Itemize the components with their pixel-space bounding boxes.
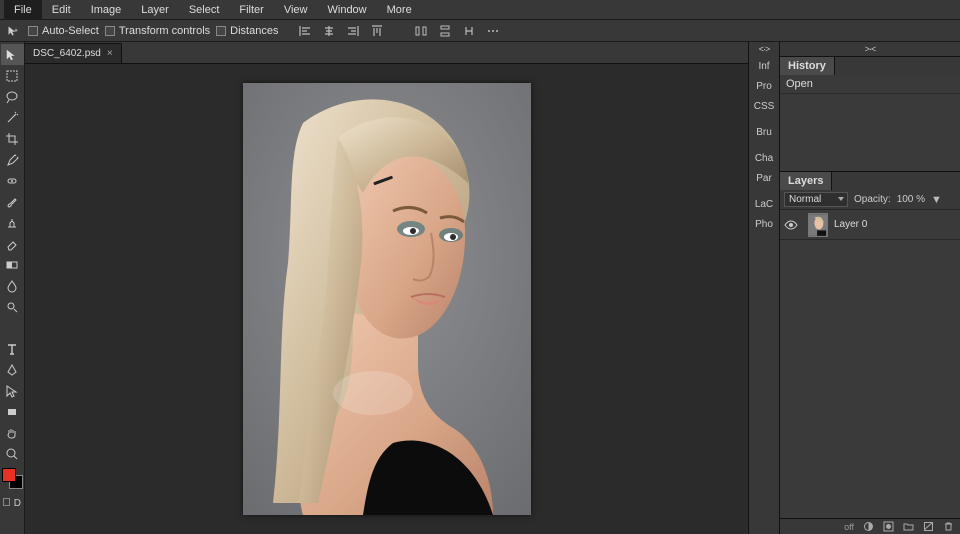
tool-eraser[interactable]: [1, 233, 24, 254]
delete-layer-icon[interactable]: [942, 521, 954, 533]
menu-file[interactable]: File: [4, 0, 42, 20]
menu-layer[interactable]: Layer: [131, 0, 179, 20]
layers-tab[interactable]: Layers: [780, 172, 832, 190]
tool-heal[interactable]: [1, 170, 24, 191]
panel-tab-properties[interactable]: Pro: [749, 76, 779, 96]
new-folder-icon[interactable]: [902, 521, 914, 533]
collapse-panels-icon[interactable]: >·<: [780, 42, 960, 56]
align-top-icon[interactable]: [368, 22, 386, 40]
menu-window[interactable]: Window: [318, 0, 377, 20]
menu-view[interactable]: View: [274, 0, 318, 20]
layers-panel: Layers Normal Opacity: 100 % ▼ Layer 0: [780, 171, 960, 518]
tool-pen[interactable]: [1, 359, 24, 380]
tool-type[interactable]: [1, 338, 24, 359]
opacity-label: Opacity:: [854, 194, 891, 205]
tool-marquee[interactable]: [1, 65, 24, 86]
tool-brush[interactable]: [1, 191, 24, 212]
menu-more[interactable]: More: [377, 0, 422, 20]
adjustment-layer-icon[interactable]: [862, 521, 874, 533]
history-tab[interactable]: History: [780, 57, 835, 75]
panel-tab-brush[interactable]: Bru: [749, 122, 779, 142]
align-right-icon[interactable]: [344, 22, 362, 40]
opacity-value[interactable]: 100 %: [897, 194, 925, 205]
history-panel: History Open: [780, 56, 960, 171]
tool-rect-select[interactable]: [1, 443, 24, 464]
panel-tab-layercomps[interactable]: LaC: [749, 194, 779, 214]
distribute-h-icon[interactable]: [412, 22, 430, 40]
new-layer-icon[interactable]: [922, 521, 934, 533]
menu-edit[interactable]: Edit: [42, 0, 81, 20]
tool-gradient[interactable]: [1, 254, 24, 275]
distances-label: Distances: [230, 25, 278, 37]
layer-row[interactable]: Layer 0: [780, 210, 960, 240]
tool-path[interactable]: [1, 380, 24, 401]
panel-tab-character[interactable]: Cha: [749, 148, 779, 168]
tool-eyedropper[interactable]: [1, 149, 24, 170]
tool-move[interactable]: [1, 44, 24, 65]
distribute-spacing-icon[interactable]: [460, 22, 478, 40]
default-colors-icon[interactable]: [3, 498, 10, 506]
menu-image[interactable]: Image: [81, 0, 132, 20]
align-left-icon[interactable]: [296, 22, 314, 40]
collapsed-panels-strip: <·> Inf Pro CSS Bru Cha Par LaC Pho: [748, 42, 780, 534]
auto-select-label: Auto-Select: [42, 25, 99, 37]
visibility-toggle-icon[interactable]: [780, 218, 802, 232]
document-image: [243, 83, 531, 515]
tool-dodge[interactable]: [1, 296, 24, 317]
footer-off-label: off: [844, 522, 854, 532]
panel-tab-info[interactable]: Inf: [749, 56, 779, 76]
menu-select[interactable]: Select: [179, 0, 230, 20]
tool-blur[interactable]: [1, 275, 24, 296]
distribute-v-icon[interactable]: [436, 22, 454, 40]
right-panels: >·< History Open Layers Normal Opacity: …: [780, 42, 960, 534]
document-tab-name: DSC_6402.psd: [33, 48, 101, 59]
transform-controls-checkbox[interactable]: Transform controls: [105, 25, 210, 37]
tools-panel: D: [0, 42, 25, 534]
blend-mode-select[interactable]: Normal: [784, 192, 848, 207]
tool-shape[interactable]: [1, 401, 24, 422]
transform-controls-label: Transform controls: [119, 25, 210, 37]
menu-filter[interactable]: Filter: [229, 0, 273, 20]
options-bar: Auto-Select Transform controls Distances: [0, 20, 960, 42]
close-tab-icon[interactable]: ×: [107, 48, 113, 59]
tool-crop[interactable]: [1, 128, 24, 149]
layer-mask-icon[interactable]: [882, 521, 894, 533]
menubar: File Edit Image Layer Select Filter View…: [0, 0, 960, 20]
panel-tab-photo[interactable]: Pho: [749, 214, 779, 234]
opacity-flyout-icon[interactable]: ▼: [931, 194, 942, 206]
move-tool-icon: [4, 22, 22, 40]
document-tabstrip: DSC_6402.psd ×: [25, 42, 748, 64]
distances-checkbox[interactable]: Distances: [216, 25, 278, 37]
expand-strip-icon[interactable]: <·>: [749, 42, 779, 56]
canvas[interactable]: [25, 64, 748, 534]
align-center-h-icon[interactable]: [320, 22, 338, 40]
layers-options-row: Normal Opacity: 100 % ▼: [780, 190, 960, 210]
workspace: DSC_6402.psd ×: [25, 42, 748, 534]
panel-tab-css[interactable]: CSS: [749, 96, 779, 116]
document-tab[interactable]: DSC_6402.psd ×: [25, 43, 122, 63]
tool-clone[interactable]: [1, 212, 24, 233]
tool-zoom[interactable]: [1, 317, 24, 338]
tool-hand[interactable]: [1, 422, 24, 443]
foreground-color-swatch[interactable]: [2, 468, 16, 482]
more-options-icon[interactable]: [484, 22, 502, 40]
layer-name[interactable]: Layer 0: [834, 219, 867, 230]
tool-wand[interactable]: [1, 107, 24, 128]
layers-footer: off: [780, 518, 960, 534]
auto-select-checkbox[interactable]: Auto-Select: [28, 25, 99, 37]
tool-lasso[interactable]: [1, 86, 24, 107]
color-swatches[interactable]: [1, 468, 24, 496]
layer-thumbnail: [808, 213, 828, 237]
swap-colors-icon[interactable]: D: [14, 498, 21, 509]
history-entry[interactable]: Open: [780, 75, 960, 94]
panel-tab-paragraph[interactable]: Par: [749, 168, 779, 188]
